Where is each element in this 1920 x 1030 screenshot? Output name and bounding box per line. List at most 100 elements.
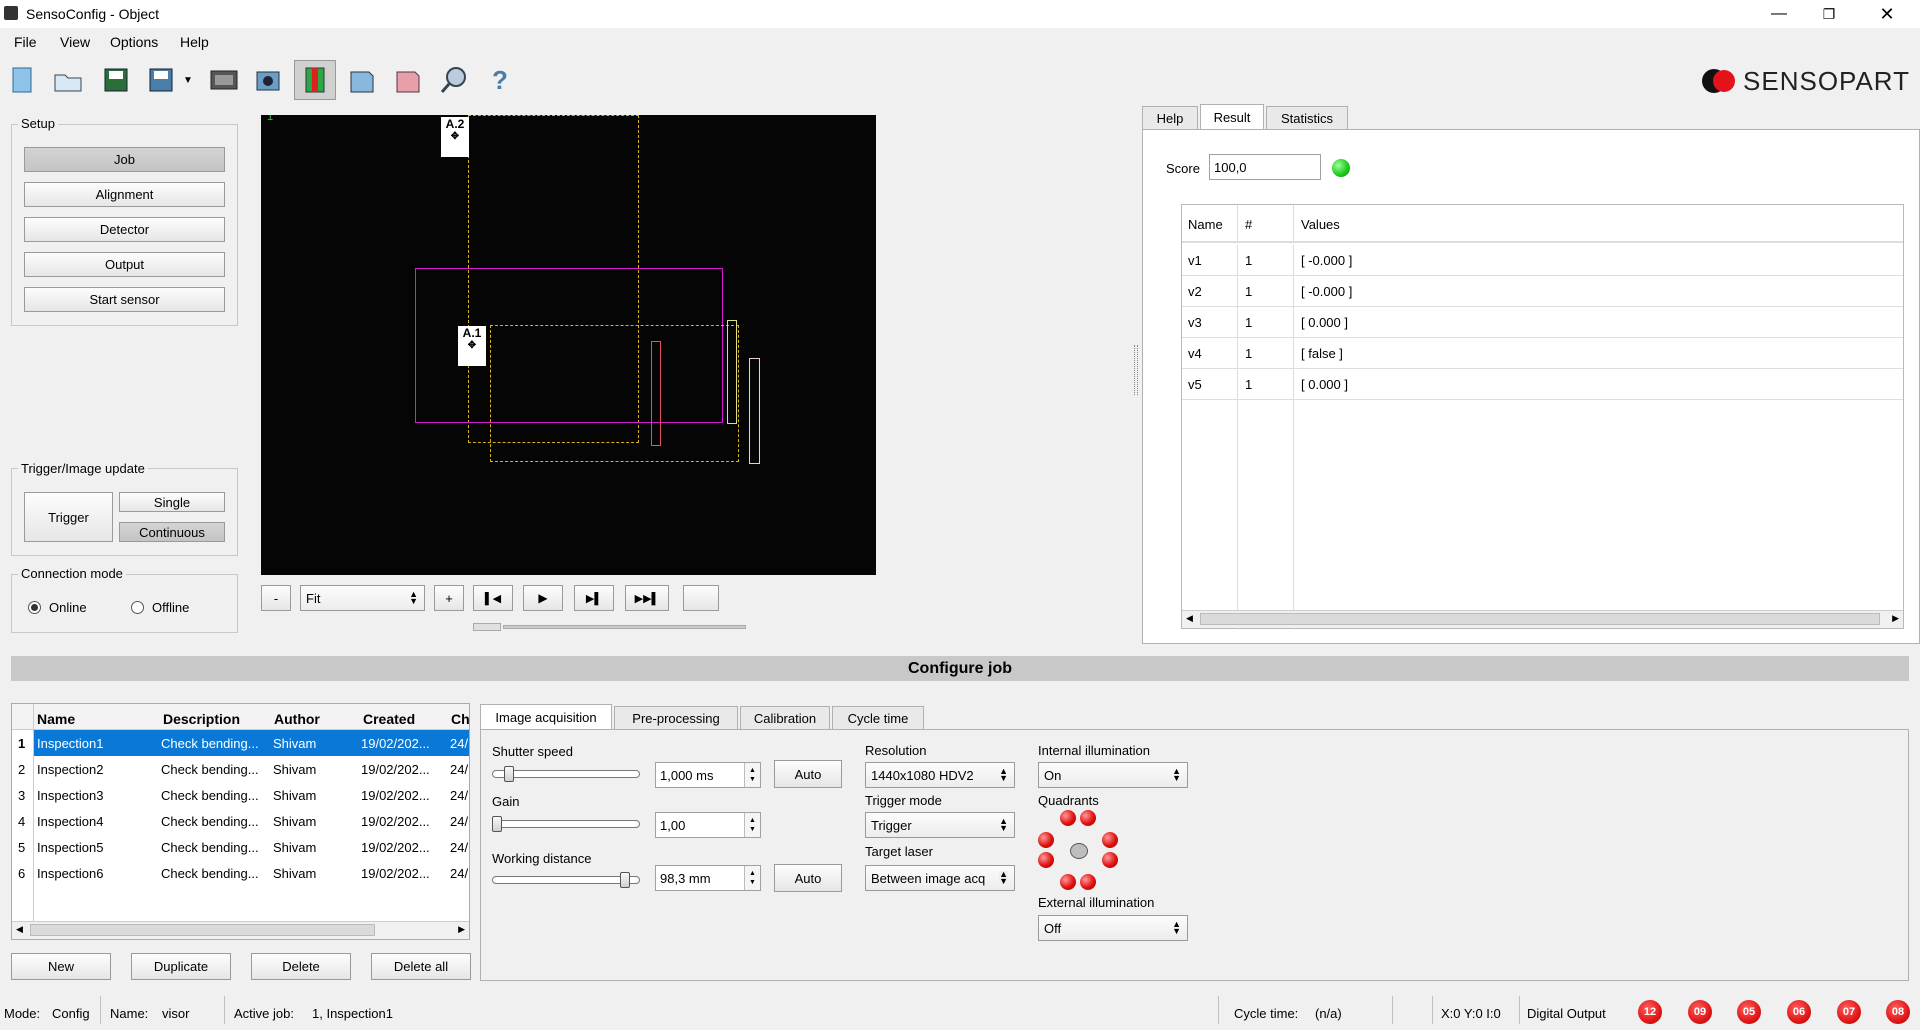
save-as-icon[interactable] — [144, 62, 180, 98]
gain-slider[interactable] — [492, 816, 640, 832]
tab-calibration[interactable]: Calibration — [740, 706, 830, 730]
view-3d-icon[interactable] — [344, 62, 380, 98]
job-button[interactable]: Job — [24, 147, 225, 172]
col-created-header[interactable]: Created — [363, 711, 415, 727]
continuous-button[interactable]: Continuous — [119, 522, 225, 542]
menu-options[interactable]: Options — [110, 34, 158, 50]
tab-statistics[interactable]: Statistics — [1266, 106, 1348, 130]
scroll-left-icon[interactable]: ◀ — [1186, 613, 1193, 624]
roi-a2-label[interactable]: A.2 ✥ — [441, 117, 469, 157]
scroll-thumb[interactable] — [1200, 613, 1880, 625]
delete-all-button[interactable]: Delete all — [371, 953, 471, 980]
slider-knob[interactable] — [492, 816, 502, 832]
col-name-header[interactable]: Name — [1188, 217, 1223, 232]
shutter-speed-slider[interactable] — [492, 766, 640, 782]
center-led[interactable] — [1070, 843, 1088, 859]
minimize-icon[interactable]: — — [1756, 0, 1802, 28]
edge-bar-yellow[interactable] — [727, 320, 737, 424]
scroll-thumb[interactable] — [30, 924, 375, 936]
close-icon[interactable]: ✕ — [1864, 0, 1910, 28]
roi-a1-box[interactable] — [490, 325, 739, 462]
quadrant-led[interactable] — [1038, 852, 1054, 868]
working-distance-input[interactable]: 98,3 mm ▲ ▼ — [655, 865, 761, 891]
duplicate-job-button[interactable]: Duplicate — [131, 953, 231, 980]
save-icon[interactable] — [98, 62, 134, 98]
result-hscrollbar[interactable]: ◀ ▶ — [1182, 610, 1903, 628]
quadrant-led[interactable] — [1080, 810, 1096, 826]
tab-help[interactable]: Help — [1142, 106, 1198, 130]
col-description-header[interactable]: Description — [163, 711, 240, 727]
first-frame-button[interactable]: ▌◀ — [473, 585, 513, 611]
frame-scrollbar[interactable] — [473, 623, 746, 631]
table-row[interactable]: v2 1 [ -0.000 ] — [1182, 276, 1903, 307]
quadrant-led[interactable] — [1102, 832, 1118, 848]
menu-help[interactable]: Help — [180, 34, 209, 50]
scroll-left-icon[interactable]: ◀ — [16, 924, 23, 935]
table-row[interactable]: 4 Inspection4 Check bending... Shivam 19… — [12, 808, 469, 834]
splitter-handle[interactable] — [1134, 345, 1138, 395]
single-button[interactable]: Single — [119, 492, 225, 512]
play-button[interactable]: ▶ — [523, 585, 563, 611]
slider-knob[interactable] — [504, 766, 514, 782]
online-radio[interactable]: Online — [28, 600, 87, 615]
table-row[interactable]: v5 1 [ 0.000 ] — [1182, 369, 1903, 400]
camera-icon[interactable] — [250, 62, 286, 98]
zoom-combo[interactable]: Fit ▲ ▼ — [300, 585, 425, 611]
menu-view[interactable]: View — [60, 34, 90, 50]
target-laser-combo[interactable]: Between image acq ▲ ▼ — [865, 865, 1015, 891]
trigger-mode-combo[interactable]: Trigger ▲ ▼ — [865, 812, 1015, 838]
alignment-button[interactable]: Alignment — [24, 182, 225, 207]
quadrant-led[interactable] — [1102, 852, 1118, 868]
working-distance-slider[interactable] — [492, 872, 640, 888]
page-icon[interactable] — [390, 62, 426, 98]
quadrant-led[interactable] — [1038, 832, 1054, 848]
open-icon[interactable] — [50, 62, 86, 98]
col-values-header[interactable]: Values — [1301, 217, 1340, 232]
detector-button[interactable]: Detector — [24, 217, 225, 242]
spinner-icon[interactable]: ▲ ▼ — [744, 763, 760, 787]
table-row[interactable]: v4 1 [ false ] — [1182, 338, 1903, 369]
delete-job-button[interactable]: Delete — [251, 953, 351, 980]
quadrant-led[interactable] — [1060, 874, 1076, 890]
col-num-header[interactable]: # — [1245, 217, 1252, 232]
menu-file[interactable]: File — [14, 34, 37, 50]
col-changed-header[interactable]: Ch — [451, 711, 470, 727]
tab-result[interactable]: Result — [1200, 104, 1264, 130]
shutter-auto-button[interactable]: Auto — [774, 760, 842, 788]
job-hscrollbar[interactable]: ◀ ▶ — [12, 921, 469, 939]
trigger-button[interactable]: Trigger — [24, 492, 113, 542]
working-distance-auto-button[interactable]: Auto — [774, 864, 842, 892]
col-name-header[interactable]: Name — [37, 711, 75, 727]
table-row[interactable]: 3 Inspection3 Check bending... Shivam 19… — [12, 782, 469, 808]
internal-illumination-combo[interactable]: On ▲ ▼ — [1038, 762, 1188, 788]
tab-pre-processing[interactable]: Pre-processing — [614, 706, 738, 730]
shutter-speed-input[interactable]: 1,000 ms ▲ ▼ — [655, 762, 761, 788]
resolution-combo[interactable]: 1440x1080 HDV2 ▲ ▼ — [865, 762, 1015, 788]
spinner-icon[interactable]: ▲ ▼ — [744, 813, 760, 837]
table-row[interactable]: 6 Inspection6 Check bending... Shivam 19… — [12, 860, 469, 886]
tab-cycle-time[interactable]: Cycle time — [832, 706, 924, 730]
quadrant-led[interactable] — [1060, 810, 1076, 826]
slider-knob[interactable] — [620, 872, 630, 888]
output-button[interactable]: Output — [24, 252, 225, 277]
external-illumination-combo[interactable]: Off ▲ ▼ — [1038, 915, 1188, 941]
new-job-icon[interactable] — [4, 62, 40, 98]
help-icon[interactable]: ? — [482, 62, 518, 98]
gain-input[interactable]: 1,00 ▲ ▼ — [655, 812, 761, 838]
start-sensor-button[interactable]: Start sensor — [24, 287, 225, 312]
tab-image-acquisition[interactable]: Image acquisition — [480, 704, 612, 730]
zoom-in-button[interactable]: + — [434, 585, 464, 611]
table-row[interactable]: 2 Inspection2 Check bending... Shivam 19… — [12, 756, 469, 782]
image-view[interactable]: 1 A.2 ✥ A.1 ✥ — [261, 115, 876, 575]
table-row[interactable]: 1 Inspection1 Check bending... Shivam 19… — [12, 730, 469, 756]
new-job-button[interactable]: New — [11, 953, 111, 980]
scroll-right-icon[interactable]: ▶ — [1892, 613, 1899, 624]
frame-scroll-handle[interactable] — [473, 623, 501, 631]
table-row[interactable]: 5 Inspection5 Check bending... Shivam 19… — [12, 834, 469, 860]
blank-button[interactable] — [683, 585, 719, 611]
last-frame-button[interactable]: ▶▶▌ — [625, 585, 669, 611]
spinner-icon[interactable]: ▲ ▼ — [744, 866, 760, 890]
edge-bar-red[interactable] — [651, 341, 661, 446]
dropdown-arrow-icon[interactable]: ▼ — [180, 62, 196, 98]
zoom-out-button[interactable]: - — [261, 585, 291, 611]
